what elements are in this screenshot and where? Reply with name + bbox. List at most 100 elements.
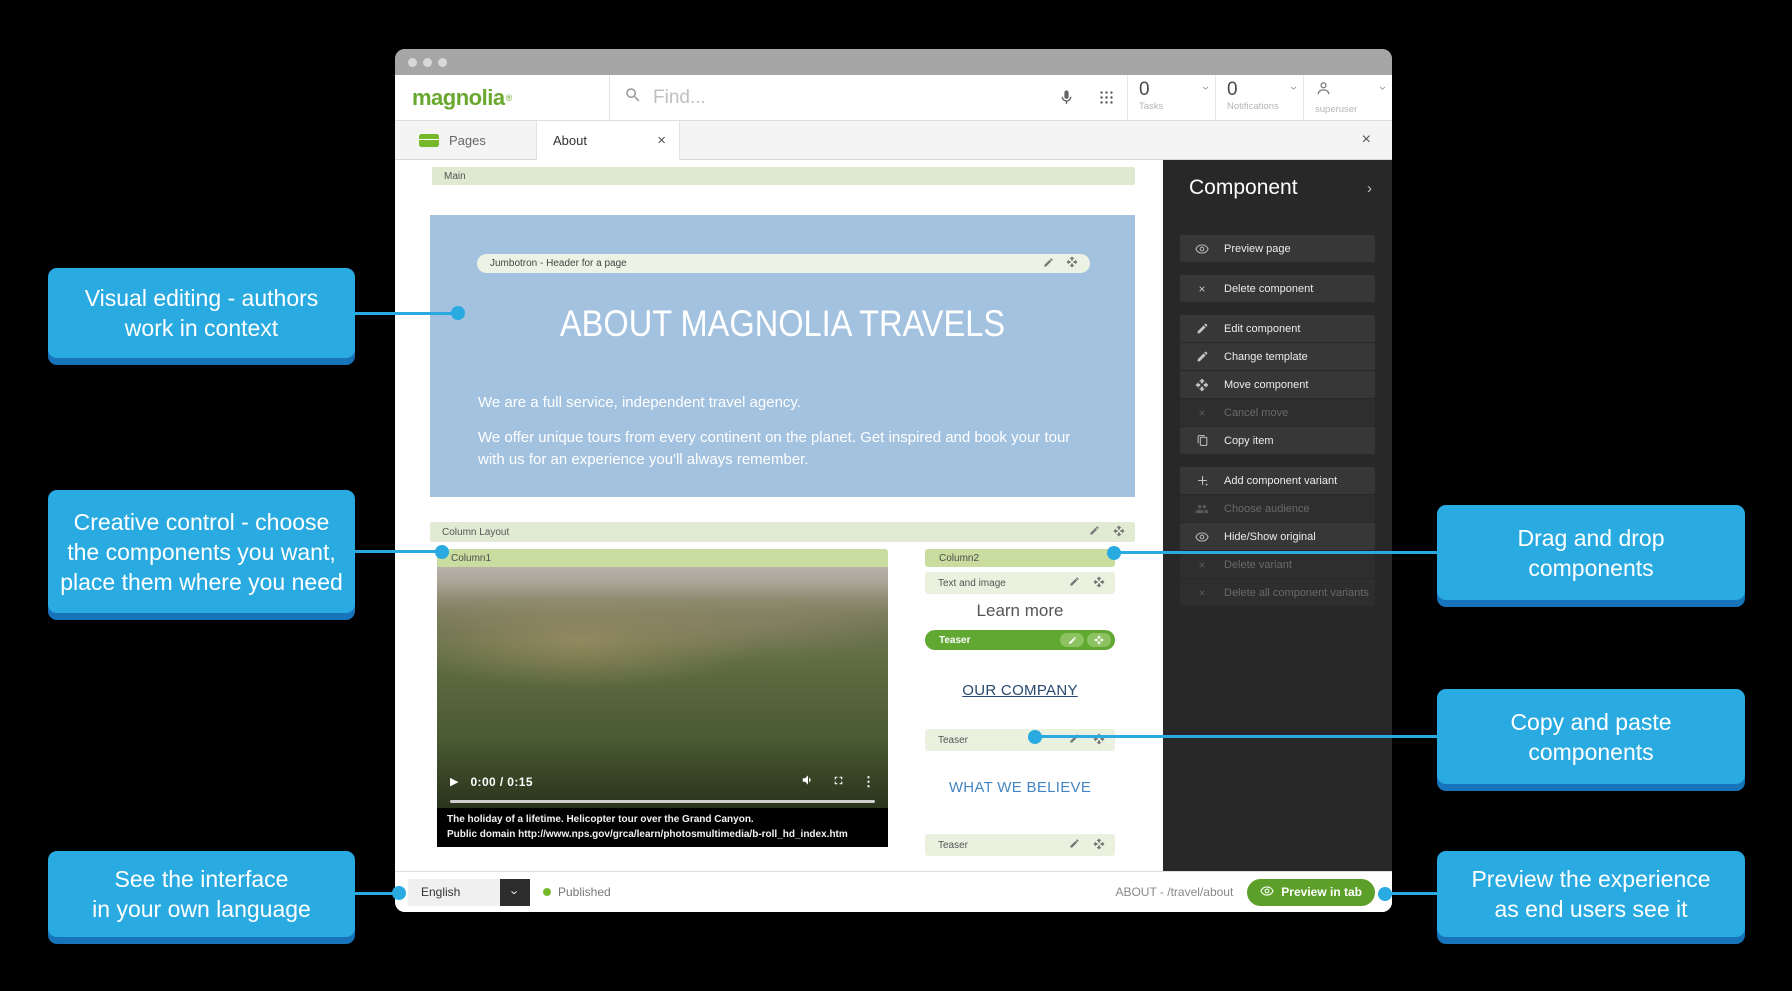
- teaser-component-selected[interactable]: Teaser: [925, 630, 1115, 650]
- button-label: Choose audience: [1224, 503, 1310, 515]
- jumbotron-component[interactable]: Jumbotron - Header for a page ABOUT MAGN…: [430, 215, 1135, 497]
- video-progress-bar[interactable]: [450, 800, 875, 803]
- move-icon[interactable]: [1113, 525, 1125, 540]
- notifications-indicator[interactable]: 0 Notifications ›: [1215, 75, 1303, 120]
- jumbotron-bar-label: Jumbotron - Header for a page: [477, 258, 1043, 269]
- add-component-variant-button[interactable]: Add component variant: [1180, 467, 1375, 494]
- our-company-link[interactable]: OUR COMPANY: [925, 682, 1115, 699]
- button-label: Delete component: [1224, 283, 1313, 295]
- edit-pencil-icon[interactable]: [1060, 633, 1084, 647]
- hide-show-original-button[interactable]: Hide/Show original: [1180, 523, 1375, 550]
- text-and-image-bar[interactable]: Text and image: [925, 572, 1115, 594]
- callout-line: Preview the experience: [1471, 864, 1710, 894]
- window-dot[interactable]: [423, 58, 432, 67]
- button-label: Change template: [1224, 351, 1308, 363]
- eye-icon: [1260, 884, 1274, 901]
- chevron-down-icon: ›: [508, 890, 523, 894]
- move-component-button[interactable]: Move component: [1180, 371, 1375, 398]
- callout-preview-experience: Preview the experience as end users see …: [1437, 851, 1745, 937]
- pages-app-icon: [419, 134, 439, 147]
- jumbotron-paragraph: We are a full service, independent trave…: [478, 392, 801, 414]
- callout-connector-dot: [392, 886, 406, 900]
- teaser-label: Teaser: [925, 635, 1060, 646]
- language-value[interactable]: English: [408, 879, 500, 906]
- button-label: Cancel move: [1224, 407, 1288, 419]
- language-dropdown-button[interactable]: ›: [500, 879, 530, 906]
- cancel-move-button: × Cancel move: [1180, 399, 1375, 426]
- jumbotron-component-bar[interactable]: Jumbotron - Header for a page: [477, 254, 1090, 273]
- workspace: Main Jumbotron - Header for a page ABOUT…: [395, 160, 1392, 871]
- main-area-bar[interactable]: Main: [432, 167, 1135, 185]
- callout-line: place them where you need: [60, 567, 343, 597]
- callout-copy-and-paste: Copy and paste components: [1437, 689, 1745, 784]
- change-template-button[interactable]: Change template: [1180, 343, 1375, 370]
- callout-connector-dot: [1028, 730, 1042, 744]
- panel-title: Component: [1189, 176, 1298, 200]
- delete-component-button[interactable]: × Delete component: [1180, 275, 1375, 302]
- move-icon[interactable]: [1087, 633, 1111, 647]
- magnolia-logo[interactable]: magnolia ®: [395, 75, 609, 120]
- button-label: Edit component: [1224, 323, 1300, 335]
- window-titlebar[interactable]: [395, 49, 1392, 75]
- delete-all-component-variants-button: × Delete all component variants: [1180, 579, 1375, 606]
- copy-item-button[interactable]: Copy item: [1180, 427, 1375, 454]
- edit-pencil-icon[interactable]: [1089, 525, 1100, 539]
- app-header: magnolia ® 0 Tasks › 0: [395, 75, 1392, 121]
- apps-grid-icon[interactable]: [1098, 89, 1115, 106]
- window-dot[interactable]: [438, 58, 447, 67]
- chevron-down-icon[interactable]: ›: [1378, 86, 1388, 90]
- chevron-down-icon[interactable]: ›: [1289, 86, 1299, 90]
- edit-pencil-icon[interactable]: [1043, 257, 1054, 271]
- user-name: superuser: [1315, 104, 1392, 115]
- video-controls-shade: [437, 567, 888, 847]
- tab-about-label: About: [553, 133, 587, 148]
- teaser-component-bar[interactable]: Teaser: [925, 834, 1115, 856]
- chevron-right-icon[interactable]: ›: [1367, 180, 1372, 197]
- text-and-image-label: Text and image: [925, 578, 1069, 589]
- column-layout-bar[interactable]: Column Layout: [430, 522, 1135, 542]
- callout-interface-language: See the interface in your own language: [48, 851, 355, 937]
- move-icon: [1180, 378, 1224, 392]
- volume-icon[interactable]: [801, 773, 815, 790]
- window-dot[interactable]: [408, 58, 417, 67]
- user-menu[interactable]: superuser ›: [1303, 75, 1392, 120]
- column2-header-bar[interactable]: Column2: [925, 549, 1115, 567]
- preview-page-button[interactable]: Preview page: [1180, 235, 1375, 262]
- delete-variant-button: × Delete variant: [1180, 551, 1375, 578]
- tab-pages[interactable]: Pages: [395, 121, 537, 159]
- user-icon: [1315, 84, 1332, 101]
- callout-line: work in context: [125, 313, 278, 343]
- app-tabbar: Pages About × ×: [395, 121, 1392, 160]
- search-icon: [624, 86, 642, 109]
- callout-drag-and-drop: Drag and drop components: [1437, 505, 1745, 600]
- callout-line: Visual editing - authors: [85, 283, 319, 313]
- preview-in-tab-button[interactable]: Preview in tab: [1247, 879, 1375, 906]
- tab-about-active[interactable]: About ×: [537, 121, 680, 160]
- callout-creative-control: Creative control - choose the components…: [48, 490, 355, 613]
- column1-header-bar[interactable]: Column1: [437, 549, 888, 567]
- notifications-label: Notifications: [1227, 101, 1303, 112]
- teaser-component-bar[interactable]: Teaser: [925, 729, 1115, 751]
- play-icon[interactable]: ▶: [450, 775, 458, 788]
- microphone-icon[interactable]: [1058, 89, 1075, 106]
- edit-component-button[interactable]: Edit component: [1180, 315, 1375, 342]
- edit-pencil-icon[interactable]: [1069, 576, 1080, 590]
- move-icon[interactable]: [1093, 576, 1105, 591]
- column-layout-label: Column Layout: [430, 527, 1089, 538]
- chevron-down-icon[interactable]: ›: [1201, 86, 1211, 90]
- video-player[interactable]: ▶ 0:00 / 0:15 ⋮ The holiday of a lifetim…: [437, 567, 888, 847]
- close-tab-icon[interactable]: ×: [657, 132, 666, 149]
- kebab-menu-icon[interactable]: ⋮: [862, 774, 875, 790]
- fullscreen-icon[interactable]: [832, 774, 845, 790]
- close-subapp-icon[interactable]: ×: [1362, 121, 1392, 159]
- move-icon[interactable]: [1066, 256, 1078, 271]
- language-selector[interactable]: English ›: [408, 879, 530, 906]
- published-status-label: Published: [558, 885, 611, 899]
- search-input[interactable]: [651, 86, 1035, 110]
- move-icon[interactable]: [1093, 838, 1105, 853]
- edit-pencil-icon[interactable]: [1069, 838, 1080, 852]
- close-icon: ×: [1180, 586, 1224, 600]
- tasks-indicator[interactable]: 0 Tasks ›: [1127, 75, 1215, 120]
- callout-connector-line: [1114, 551, 1437, 554]
- close-icon: ×: [1180, 558, 1224, 572]
